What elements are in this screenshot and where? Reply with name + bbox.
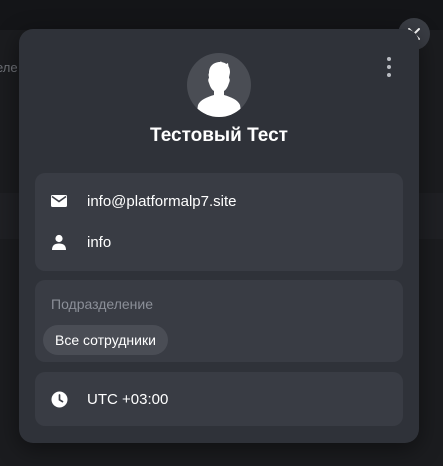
user-silhouette-icon: [196, 61, 242, 117]
profile-card: Тестовый Тест info@platformalp7.site inf…: [19, 29, 419, 443]
contact-section: info@platformalp7.site info: [35, 173, 403, 271]
division-section: Подразделение Все сотрудники: [35, 280, 403, 362]
login-value: info: [87, 233, 112, 251]
more-options-button[interactable]: [381, 55, 397, 79]
timezone-section: UTC +03:00: [35, 372, 403, 426]
mail-icon: [50, 192, 68, 210]
more-vertical-icon-dot: [387, 73, 391, 77]
person-icon: [50, 233, 68, 251]
more-vertical-icon-dot: [387, 57, 391, 61]
background-partial-text: еле: [0, 60, 18, 75]
division-chip[interactable]: Все сотрудники: [43, 325, 168, 355]
division-label: Подразделение: [51, 296, 154, 312]
profile-name: Тестовый Тест: [150, 125, 288, 146]
avatar: [187, 53, 251, 117]
timezone-value: UTC +03:00: [87, 390, 169, 408]
clock-icon: [50, 390, 68, 408]
more-vertical-icon-dot: [387, 65, 391, 69]
email-value[interactable]: info@platformalp7.site: [87, 193, 236, 210]
